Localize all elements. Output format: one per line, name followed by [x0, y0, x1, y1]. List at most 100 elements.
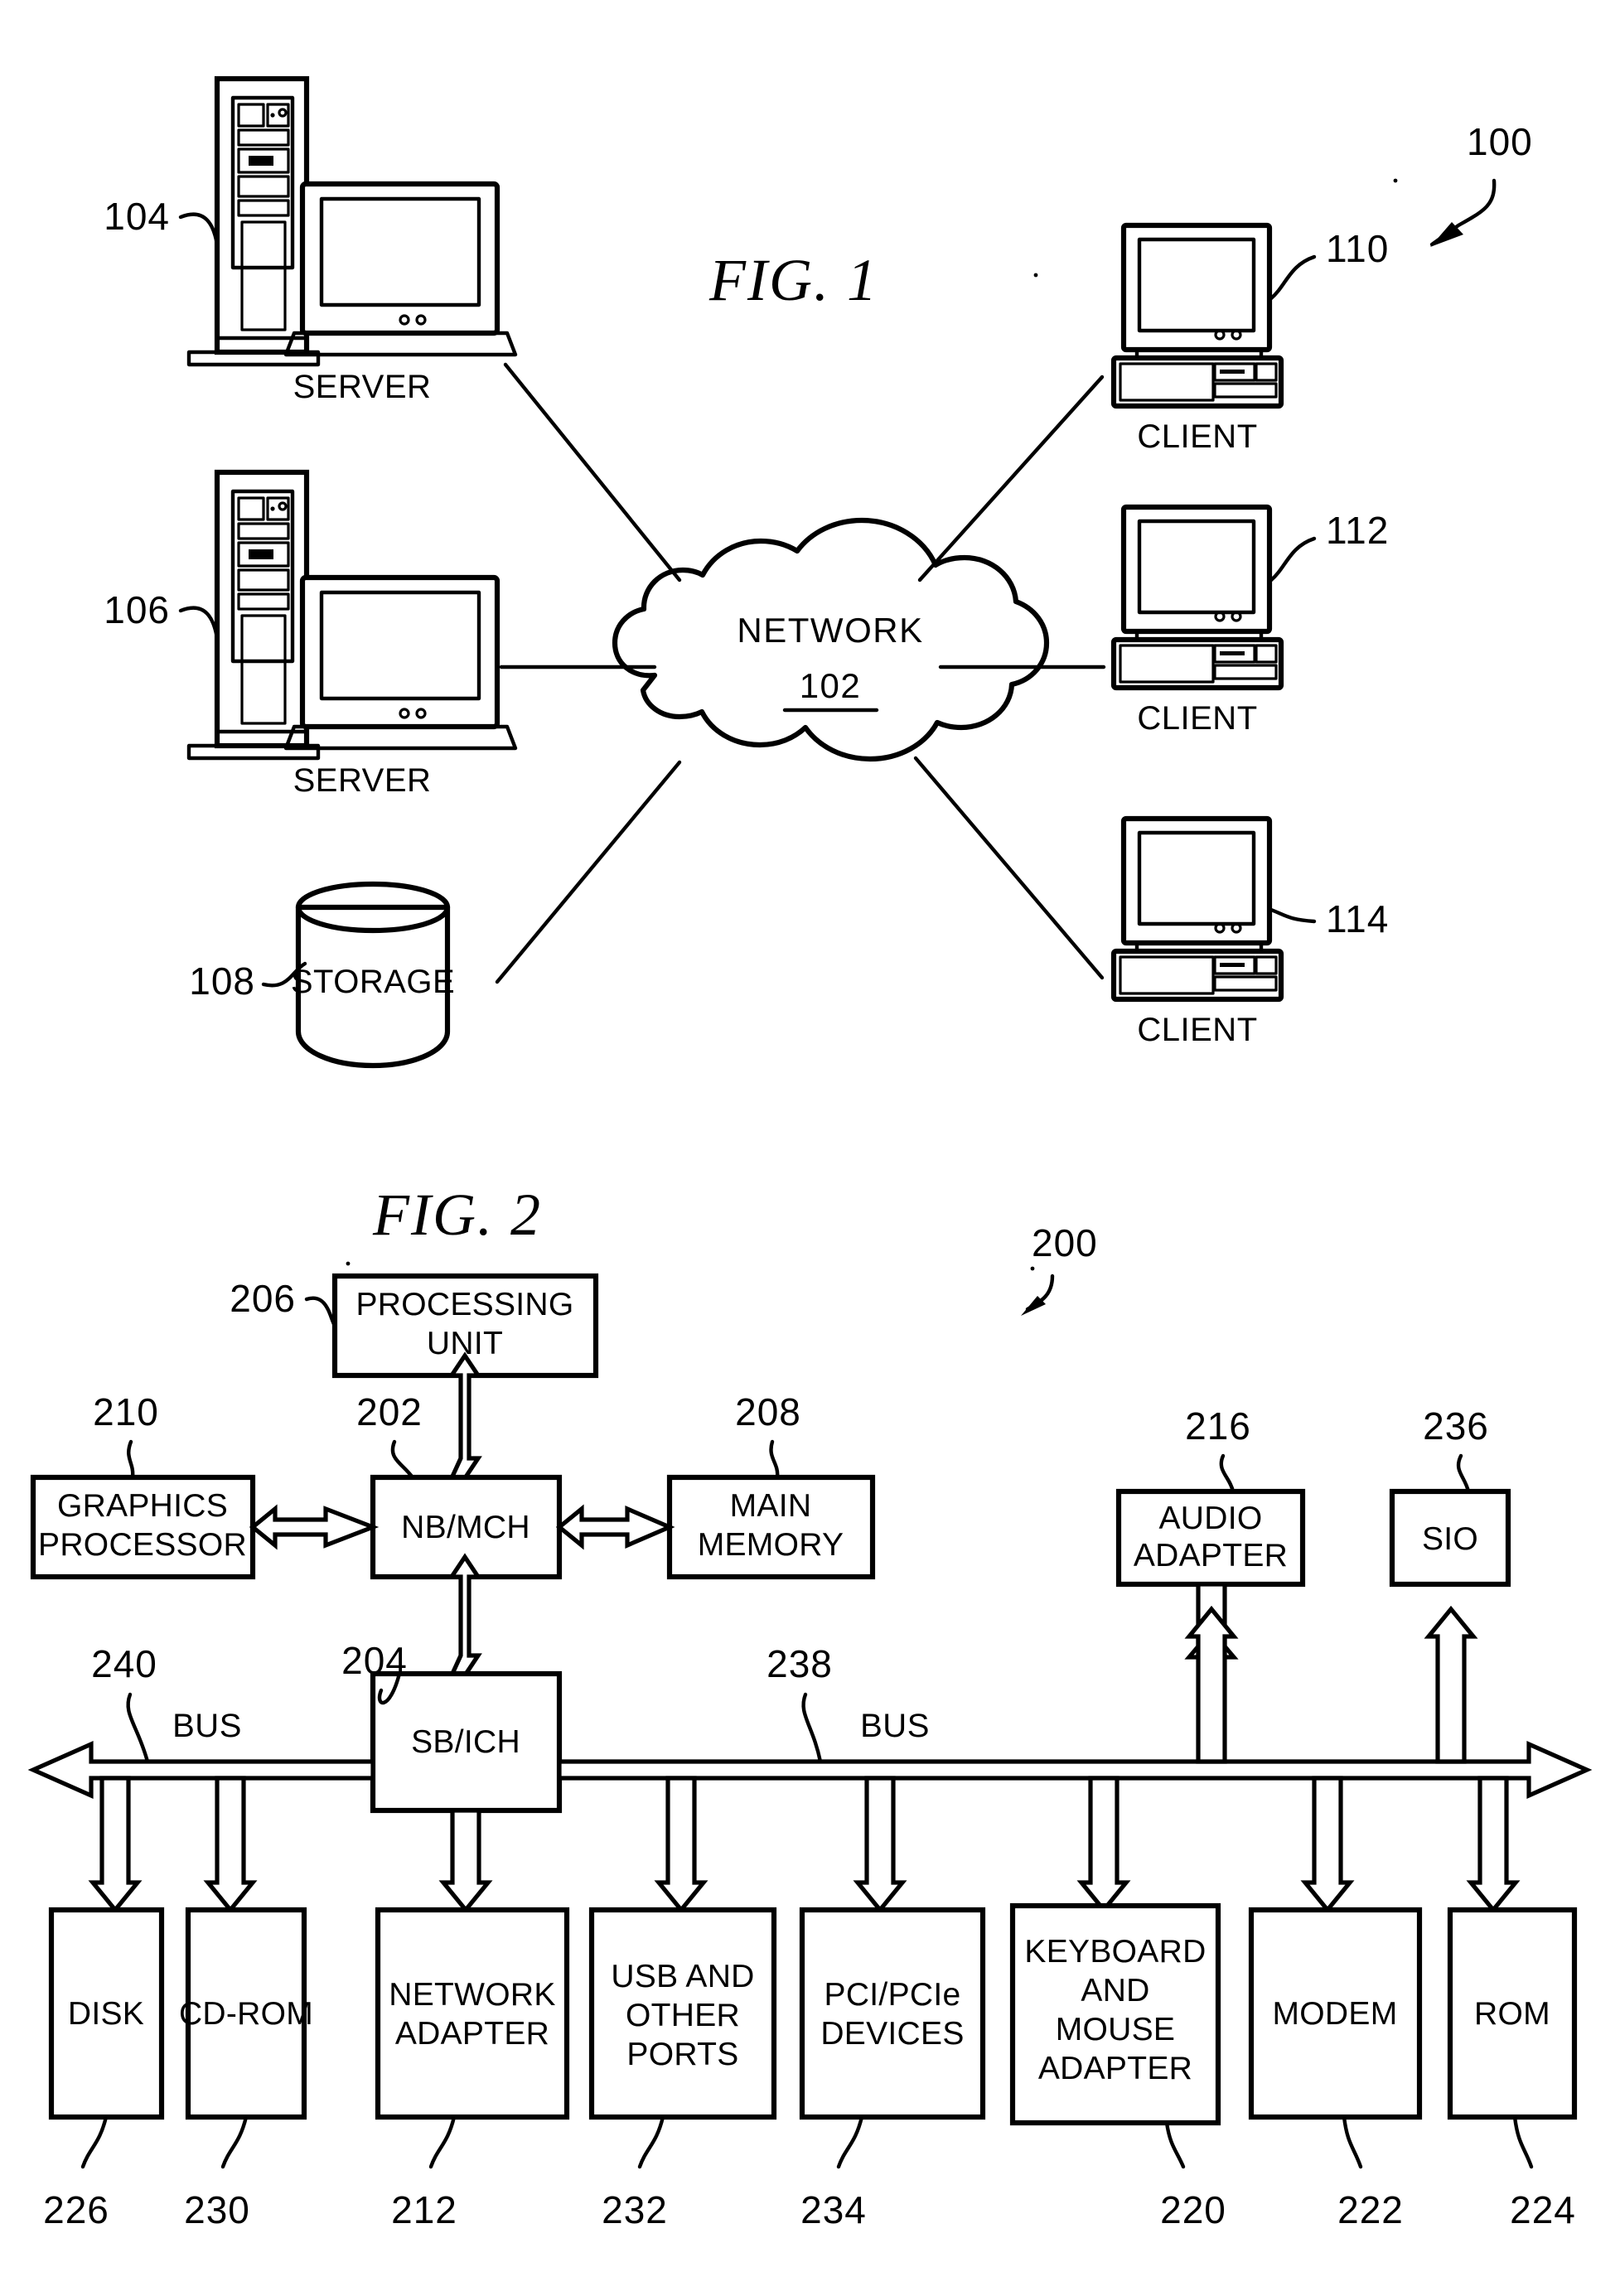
- figure-1-group: FIG. 1 100 NETWORK 102 104 SERVER 106 SE…: [104, 75, 1533, 1069]
- ref-220: 220: [1160, 2188, 1226, 2231]
- ref-212-leader: [428, 2115, 457, 2169]
- client-110-label: CLIENT: [1137, 418, 1257, 455]
- server-104-ref: 104: [104, 195, 170, 238]
- figure-2-title: FIG. 2: [372, 1182, 542, 1248]
- block-usb-line-1: USB AND: [611, 1959, 754, 1994]
- server-104-led-a: [270, 113, 275, 118]
- ref-226: 226: [43, 2188, 109, 2231]
- ref-216: 216: [1185, 1404, 1251, 1448]
- arrow-bus-modem: [1300, 1776, 1355, 1914]
- ref-206: 206: [230, 1277, 296, 1320]
- ref-240-leader: [126, 1692, 150, 1764]
- ref-236-leader: [1456, 1453, 1471, 1494]
- arrow-bus-cdrom: [203, 1776, 258, 1914]
- block-sio-label: SIO: [1422, 1521, 1478, 1557]
- ref-236: 236: [1423, 1404, 1489, 1448]
- figure-1-system-ref: 100: [1467, 120, 1533, 163]
- server-104-bay-4-slot: [249, 156, 273, 166]
- client-114: CLIENT 114: [1110, 815, 1389, 1048]
- storage-108: STORAGE 108: [189, 881, 455, 1069]
- arrow-bus-disk: [88, 1776, 143, 1914]
- ref-232-leader: [637, 2115, 665, 2169]
- client-112-leader: [1269, 536, 1317, 582]
- figure-2-system-ref: 200: [1032, 1221, 1098, 1264]
- client-114-ref: 114: [1326, 897, 1389, 940]
- scan-speck-2: [1033, 273, 1038, 278]
- ref-240: 240: [91, 1642, 157, 1685]
- block-audio-adapter-line-2: ADAPTER: [1134, 1538, 1288, 1573]
- block-pci-pcie-devices: [799, 1907, 986, 2120]
- arrow-sbich-network-adapter: [438, 1808, 493, 1914]
- ref-206-leader: [304, 1296, 337, 1328]
- client-112: CLIENT 112: [1110, 504, 1389, 737]
- figure-1-title: FIG. 1: [708, 247, 878, 313]
- ref-210: 210: [93, 1390, 159, 1433]
- client-114-label: CLIENT: [1137, 1012, 1257, 1048]
- ref-222: 222: [1337, 2188, 1404, 2231]
- server-106-bay-4-slot: [249, 549, 273, 559]
- arrow-bus-pci: [853, 1776, 907, 1914]
- ref-202: 202: [356, 1390, 423, 1433]
- block-network-adapter: [375, 1907, 570, 2120]
- server-106-monitor-shell: [299, 574, 501, 730]
- arrow-nbmch-sbich: [447, 1553, 482, 1678]
- client-110: CLIENT 110: [1110, 222, 1388, 455]
- block-kbd-line-4: ADAPTER: [1038, 2051, 1192, 2086]
- block-rom-label: ROM: [1474, 1996, 1550, 2032]
- ref-208: 208: [735, 1390, 801, 1433]
- ref-220-leader: [1164, 2120, 1186, 2169]
- client-112-drive-slot: [1220, 651, 1245, 655]
- network-cloud: NETWORK 102: [612, 517, 1050, 762]
- ref-234: 234: [800, 2188, 867, 2231]
- ref-232: 232: [602, 2188, 668, 2231]
- arrow-nbmch-memory: [555, 1504, 675, 1550]
- link-network-client110: [917, 375, 1105, 582]
- client-110-leader: [1269, 254, 1317, 301]
- bus-right-rail: [557, 1741, 1593, 1799]
- ref-230-leader: [220, 2115, 249, 2169]
- network-label: NETWORK: [737, 611, 923, 650]
- block-disk-label: DISK: [68, 1996, 144, 2032]
- block-nb-mch-label: NB/MCH: [401, 1510, 530, 1545]
- bus-right-238: BUS 238: [557, 1642, 1593, 1799]
- arrow-gpu-nbmch: [249, 1504, 380, 1550]
- client-114-leader: [1269, 907, 1317, 924]
- block-graphics-processor-line-2: PROCESSOR: [38, 1527, 247, 1563]
- block-kbd-line-1: KEYBOARD: [1024, 1934, 1206, 1970]
- bus-left-rail: [27, 1741, 375, 1799]
- block-cd-rom-label: CD-ROM: [179, 1996, 313, 2032]
- bus-left-240: BUS 240: [27, 1642, 375, 1799]
- block-network-adapter-line-2: ADAPTER: [395, 2016, 549, 2052]
- block-pci-line-1: PCI/PCIe: [825, 1977, 961, 2013]
- arrow-bus-sio: [1424, 1605, 1478, 1764]
- block-processing-unit-line-1: PROCESSING: [355, 1287, 573, 1322]
- ref-230: 230: [184, 2188, 250, 2231]
- ref-208-leader: [769, 1439, 780, 1480]
- arrow-bus-usb: [654, 1776, 708, 1914]
- arrow-pu-nbmch-shape: [447, 1351, 482, 1481]
- block-sb-ich-label: SB/ICH: [411, 1724, 520, 1760]
- block-main-memory-line-2: MEMORY: [698, 1527, 844, 1563]
- arrow-bus-rom: [1466, 1776, 1521, 1914]
- block-network-adapter-line-1: NETWORK: [389, 1977, 555, 2013]
- client-112-label: CLIENT: [1137, 700, 1257, 737]
- patent-drawing-sheet: FIG. 1 100 NETWORK 102 104 SERVER 106 SE…: [0, 0, 1620, 2296]
- client-112-ref: 112: [1326, 509, 1389, 552]
- ref-224: 224: [1510, 2188, 1576, 2231]
- block-kbd-line-2: AND: [1081, 1973, 1149, 2008]
- bus-right-label: BUS: [860, 1708, 930, 1744]
- server-104-leader: [178, 212, 220, 247]
- link-storage108-network: [495, 760, 682, 984]
- client-110-drive-slot: [1220, 370, 1245, 374]
- server-106-label: SERVER: [293, 762, 432, 799]
- server-106: 106 SERVER: [104, 469, 518, 799]
- ref-212: 212: [391, 2188, 457, 2231]
- block-main-memory-line-1: MAIN: [730, 1488, 812, 1524]
- server-104: 104 SERVER: [104, 75, 518, 405]
- block-usb-line-3: PORTS: [626, 2037, 738, 2072]
- block-usb-line-2: OTHER: [626, 1998, 740, 2033]
- server-106-led-a: [270, 506, 275, 511]
- block-graphics-processor-line-1: GRAPHICS: [57, 1488, 228, 1524]
- server-104-monitor-shell: [299, 181, 501, 336]
- arrow-pu-nbmch: [447, 1351, 482, 1481]
